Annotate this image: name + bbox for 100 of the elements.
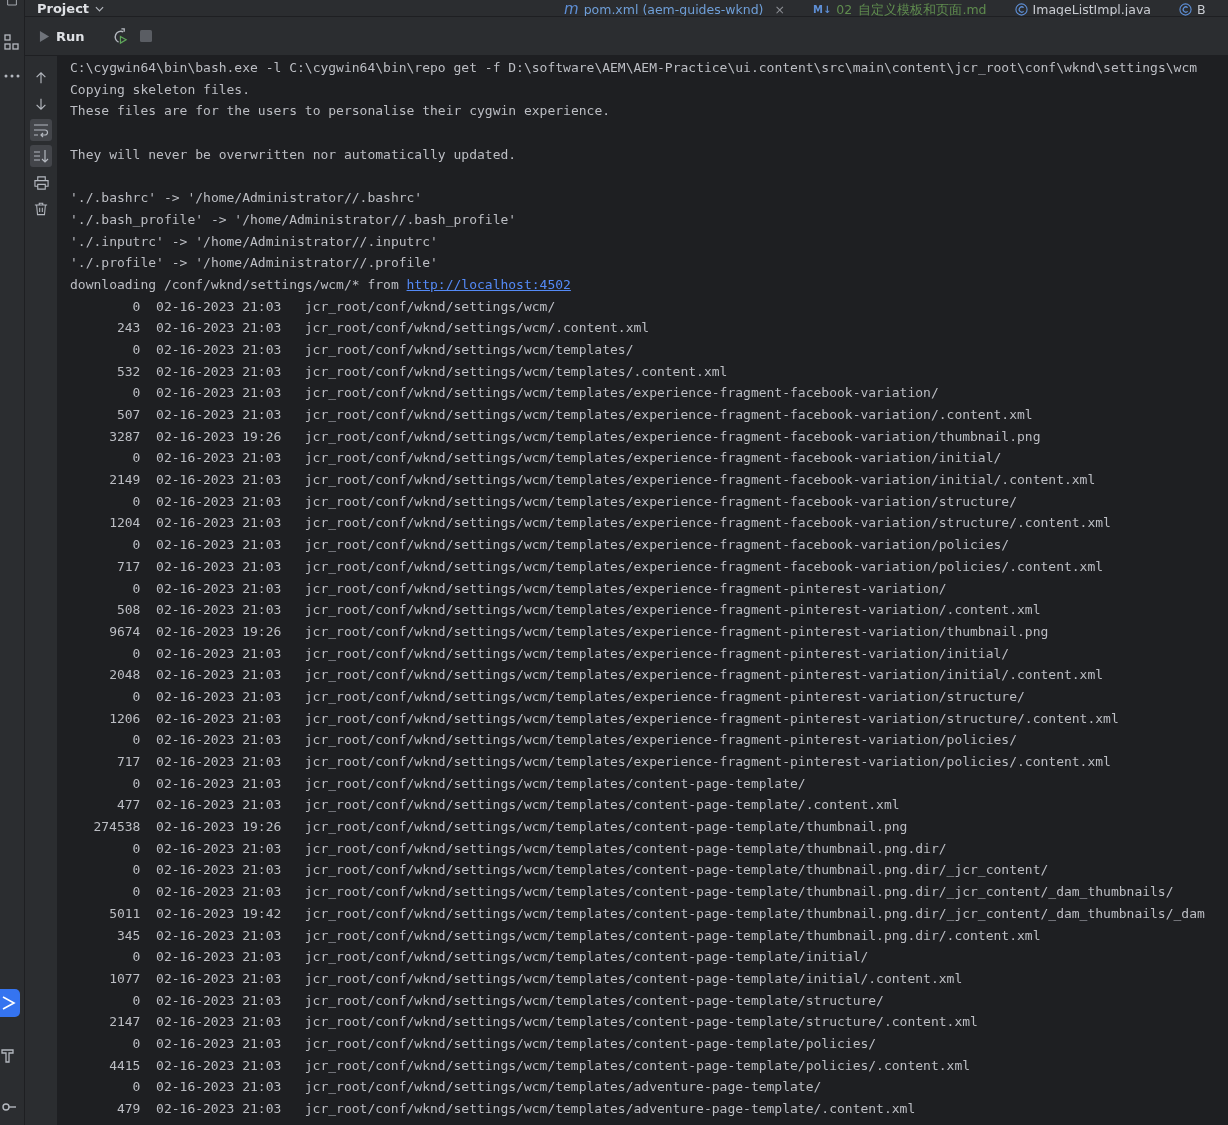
play-icon[interactable] bbox=[39, 29, 50, 43]
file-size: 0 bbox=[131, 384, 141, 403]
file-path: jcr_root/conf/wknd/settings/wcm/templates/experience-fragment-pinterest-variation/structure/.content.xml bbox=[304, 709, 1119, 728]
trash-icon bbox=[34, 200, 48, 216]
more-icon[interactable] bbox=[4, 74, 20, 78]
file-size: 0 bbox=[131, 1078, 141, 1097]
structure-icon[interactable] bbox=[4, 34, 20, 50]
file-date: 02-16-2023 21:03 bbox=[156, 709, 282, 728]
console-tool-button[interactable] bbox=[30, 119, 52, 141]
file-date: 02-16-2023 21:03 bbox=[156, 948, 282, 967]
file-size: 0 bbox=[131, 536, 141, 555]
file-date: 02-16-2023 21:03 bbox=[156, 1100, 282, 1118]
file-path: jcr_root/conf/wknd/settings/wcm/templates/content-page-template/structure/.content.xml bbox=[304, 1013, 978, 1032]
chevron-icon bbox=[95, 5, 105, 12]
file-size: 3287 bbox=[108, 427, 141, 446]
file-path: jcr_root/conf/wknd/settings/wcm/templates/content-page-template/ bbox=[304, 774, 806, 793]
markdown-icon: M↓ bbox=[812, 2, 832, 16]
file-path: jcr_root/conf/wknd/settings/wcm/templates/experience-fragment-pinterest-variation/policies/ bbox=[304, 731, 1017, 750]
close-button[interactable]: × bbox=[774, 2, 785, 16]
console-tool-button[interactable] bbox=[30, 145, 52, 167]
file-path: jcr_root/conf/wknd/settings/wcm/templates/content-page-template/initial/ bbox=[304, 948, 869, 967]
file-path: jcr_root/conf/wknd/settings/wcm/templates/content-page-template/thumbnail.png.dir/_jcr_content/_dam_thumbnails/_dam bbox=[304, 904, 1205, 923]
run-title: Run bbox=[56, 28, 85, 44]
file-path: jcr_root/conf/wknd/settings/wcm/templates/content-page-template/thumbnail.png.dir/_jcr_content/_dam_thumbnails/ bbox=[304, 883, 1174, 902]
file-size: 0 bbox=[131, 948, 141, 967]
class-icon bbox=[1014, 3, 1028, 16]
url-link[interactable]: http://localhost:4502 bbox=[406, 276, 571, 292]
file-size: 2147 bbox=[108, 1013, 141, 1032]
file-date: 02-16-2023 19:26 bbox=[156, 622, 282, 641]
file-size: 1077 bbox=[108, 969, 141, 988]
file-date: 02-16-2023 21:03 bbox=[156, 753, 282, 771]
file-date: 02-16-2023 21:03 bbox=[156, 362, 282, 381]
console-line: './.bashrc' -> '/home/Administrator//.bashrc' bbox=[70, 189, 424, 208]
file-date: 02-16-2023 21:03 bbox=[156, 969, 282, 988]
file-date: 02-16-2023 19:26 bbox=[156, 818, 282, 837]
maven-icon: m bbox=[564, 2, 579, 16]
file-path: jcr_root/conf/wknd/settings/wcm/templates/content-page-template/thumbnail.png.dir/_jcr_content/ bbox=[304, 861, 1049, 880]
file-date: 02-16-2023 21:03 bbox=[156, 991, 282, 1010]
file-date: 02-16-2023 21:03 bbox=[156, 1013, 282, 1032]
file-path: jcr_root/conf/wknd/settings/wcm/templates/experience-fragment-facebook-variation/initial/ bbox=[304, 449, 1002, 468]
arrow-up-icon bbox=[34, 71, 48, 85]
file-path: jcr_root/conf/wknd/settings/wcm/templates/content-page-template/.content.xml bbox=[304, 796, 900, 815]
file-path: jcr_root/conf/wknd/settings/wcm/templates/experience-fragment-pinterest-variation/ bbox=[304, 579, 947, 598]
file-path: jcr_root/conf/wknd/settings/wcm/templates/experience-fragment-facebook-variation/structure/ bbox=[304, 492, 1017, 511]
file-date: 02-16-2023 21:03 bbox=[156, 1056, 282, 1075]
file-path: jcr_root/conf/wknd/settings/wcm/templates/experience-fragment-facebook-variation/.content.xml bbox=[304, 406, 1033, 424]
file-path: jcr_root/conf/wknd/settings/wcm/templates/adventure-page-template/ bbox=[304, 1078, 822, 1097]
file-date: 02-16-2023 21:03 bbox=[156, 514, 282, 533]
file-path: jcr_root/conf/wknd/settings/wcm/templates/content-page-template/thumbnail.png.dir/.content.xml bbox=[304, 926, 1041, 945]
file-size: 5011 bbox=[108, 904, 141, 923]
file-date: 02-16-2023 21:03 bbox=[156, 579, 282, 598]
file-date: 02-16-2023 19:42 bbox=[156, 904, 282, 923]
file-path: jcr_root/conf/wknd/settings/wcm/templates/content-page-template/policies/.content.xml bbox=[304, 1056, 971, 1075]
file-size: 0 bbox=[131, 991, 141, 1010]
file-date: 02-16-2023 21:03 bbox=[156, 666, 282, 685]
file-path: jcr_root/conf/wknd/settings/wcm/.content.xml bbox=[304, 319, 650, 338]
file-date: 02-16-2023 21:03 bbox=[156, 406, 282, 424]
project-dropdown[interactable]: Project bbox=[37, 1, 564, 16]
file-size: 0 bbox=[131, 861, 141, 880]
file-date: 02-16-2023 19:26 bbox=[156, 427, 282, 446]
file-path: jcr_root/conf/wknd/settings/wcm/templates/experience-fragment-pinterest-variation/.content.xml bbox=[304, 601, 1041, 620]
file-size: 345 bbox=[115, 926, 141, 945]
editor-tab[interactable]: B bbox=[1179, 2, 1206, 16]
run-icon bbox=[0, 995, 16, 1011]
arrow-down-icon bbox=[34, 97, 48, 111]
file-path: jcr_root/conf/wknd/settings/wcm/templates/adventure-page-template/.content.xml bbox=[304, 1100, 916, 1118]
console-line: './.bash_profile' -> '/home/Administrator//.bash_profile' bbox=[70, 210, 518, 229]
file-date: 02-16-2023 21:03 bbox=[156, 557, 282, 576]
file-size: 0 bbox=[131, 579, 141, 598]
file-path: jcr_root/conf/wknd/settings/wcm/templates/ bbox=[304, 340, 634, 359]
file-size: 243 bbox=[115, 319, 141, 338]
file-date: 02-16-2023 21:03 bbox=[156, 839, 282, 858]
file-path: jcr_root/conf/wknd/settings/wcm/templates/content-page-template/structure/ bbox=[304, 991, 884, 1010]
tab-label: pom.xml (aem-guides-wknd) bbox=[583, 2, 764, 16]
file-path: jcr_root/conf/wknd/settings/wcm/templates/.content.xml bbox=[304, 362, 728, 381]
file-size: 0 bbox=[131, 492, 141, 511]
file-date: 02-16-2023 21:03 bbox=[156, 774, 282, 793]
file-date: 02-16-2023 21:03 bbox=[156, 340, 282, 359]
file-size: 717 bbox=[115, 753, 141, 771]
file-date: 02-16-2023 21:03 bbox=[156, 297, 282, 316]
file-date: 02-16-2023 21:03 bbox=[156, 796, 282, 815]
file-size: 479 bbox=[115, 1100, 141, 1118]
file-size: 2149 bbox=[108, 471, 141, 490]
file-date: 02-16-2023 21:03 bbox=[156, 384, 282, 403]
file-date: 02-16-2023 21:03 bbox=[156, 471, 282, 490]
file-size: 9674 bbox=[108, 622, 141, 641]
file-date: 02-16-2023 21:03 bbox=[156, 731, 282, 750]
scroll-to-end-icon bbox=[33, 148, 49, 164]
file-date: 02-16-2023 21:03 bbox=[156, 601, 282, 620]
file-size: 507 bbox=[115, 406, 141, 424]
file-size: 0 bbox=[131, 644, 141, 663]
file-date: 02-16-2023 21:03 bbox=[156, 926, 282, 945]
soft-wrap-icon bbox=[33, 122, 49, 138]
class-icon bbox=[1179, 3, 1192, 16]
file-path: jcr_root/conf/wknd/settings/wcm/templates/experience-fragment-pinterest-variation/structure/ bbox=[304, 687, 1025, 706]
editor-tab[interactable]: m pom.xml (aem-guides-wknd) × bbox=[564, 2, 785, 16]
console-line: './.inputrc' -> '/home/Administrator//.inputrc' bbox=[70, 232, 439, 251]
file-date: 02-16-2023 21:03 bbox=[156, 687, 282, 706]
file-date: 02-16-2023 21:03 bbox=[156, 449, 282, 468]
side-tool-button[interactable] bbox=[0, 989, 20, 1017]
